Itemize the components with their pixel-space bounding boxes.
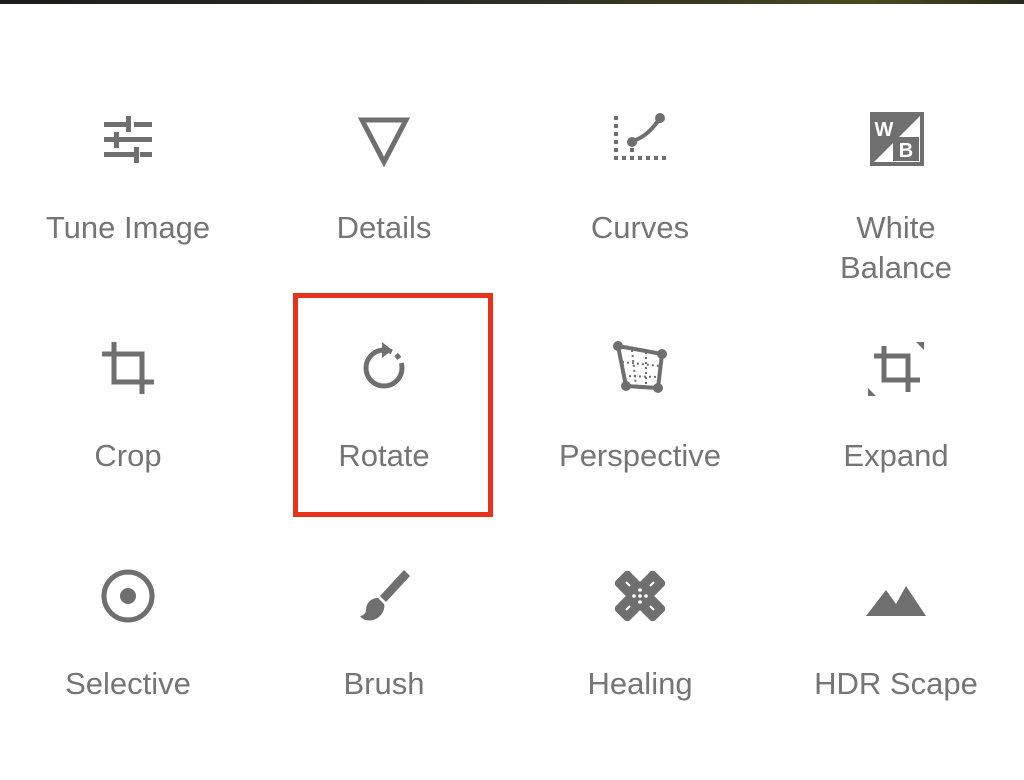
white-balance-w-glyph: W	[875, 119, 894, 141]
triangle-icon	[352, 108, 416, 172]
tools-grid: Tune Image Details Curves W B White Bala…	[0, 96, 1024, 780]
white-balance-icon: W B	[864, 108, 928, 172]
tool-label: Perspective	[559, 438, 721, 473]
tool-details[interactable]: Details	[256, 96, 512, 324]
tool-label: Crop	[94, 438, 162, 473]
tool-tune-image[interactable]: Tune Image	[0, 96, 256, 324]
healing-icon	[608, 564, 672, 628]
curves-icon	[608, 108, 672, 172]
tool-white-balance[interactable]: W B White Balance	[768, 96, 1024, 324]
tool-label: Brush	[343, 666, 425, 701]
tool-selective[interactable]: Selective	[0, 552, 256, 780]
tool-label: White Balance	[839, 210, 953, 285]
tool-label: Selective	[65, 666, 191, 701]
perspective-icon	[608, 336, 672, 400]
tool-healing[interactable]: Healing	[512, 552, 768, 780]
white-balance-b-glyph: B	[899, 140, 913, 162]
brush-icon	[352, 564, 416, 628]
selective-icon	[96, 564, 160, 628]
tool-perspective[interactable]: Perspective	[512, 324, 768, 552]
tool-label: Expand	[843, 438, 949, 473]
tool-label: HDR Scape	[814, 666, 978, 701]
tool-label: Details	[336, 210, 432, 245]
tool-label: Curves	[590, 210, 690, 245]
mountains-icon	[864, 564, 928, 628]
tool-rotate[interactable]: Rotate	[256, 324, 512, 552]
tool-hdr-scape[interactable]: HDR Scape	[768, 552, 1024, 780]
tool-expand[interactable]: Expand	[768, 324, 1024, 552]
tool-brush[interactable]: Brush	[256, 552, 512, 780]
tool-label: Rotate	[338, 438, 430, 473]
tool-crop[interactable]: Crop	[0, 324, 256, 552]
crop-icon	[96, 336, 160, 400]
expand-icon	[864, 336, 928, 400]
top-image-strip	[0, 0, 1024, 4]
rotate-icon	[352, 336, 416, 400]
tool-label: Tune Image	[45, 210, 211, 245]
tool-curves[interactable]: Curves	[512, 96, 768, 324]
tool-label: Healing	[587, 666, 693, 701]
sliders-icon	[96, 108, 160, 172]
